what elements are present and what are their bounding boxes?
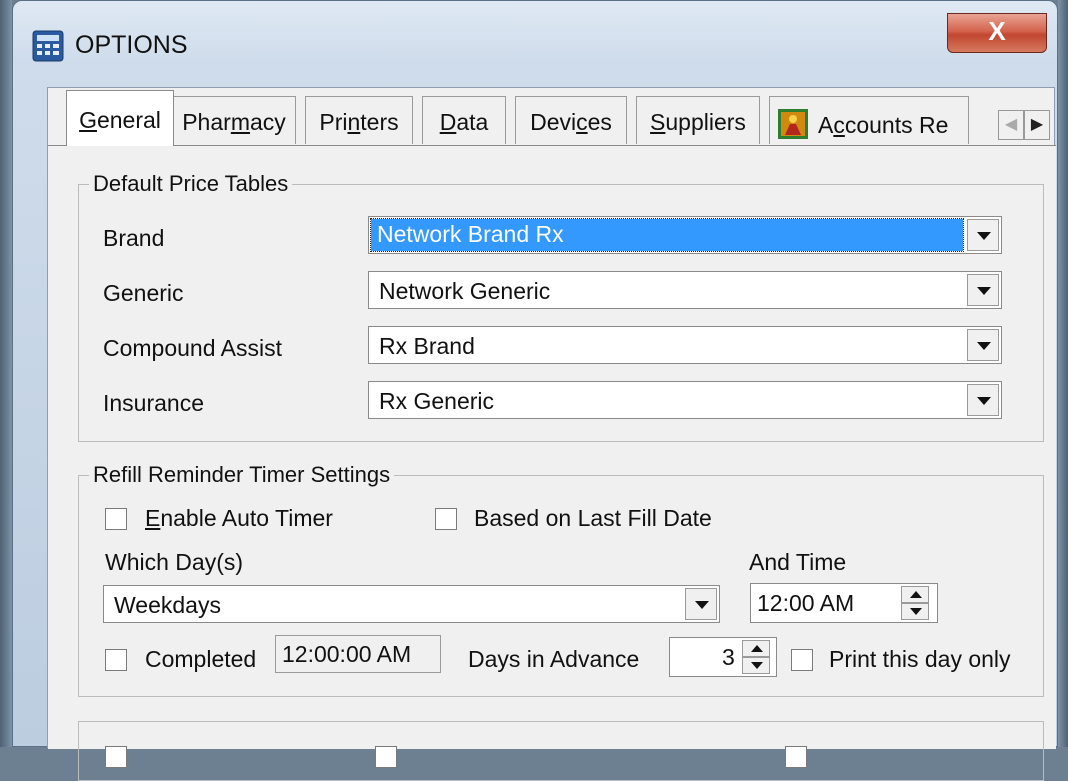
chevron-down-icon[interactable] bbox=[685, 588, 717, 620]
tab-label: Devices bbox=[530, 109, 612, 135]
days-in-advance-label: Days in Advance bbox=[468, 646, 640, 672]
refill-reminder-timer-group: Refill Reminder Timer Settings Enable Au… bbox=[78, 462, 1044, 697]
enable-auto-timer-checkbox[interactable] bbox=[105, 508, 127, 530]
which-days-select[interactable]: Weekdays bbox=[103, 585, 720, 623]
which-days-select-value: Weekdays bbox=[114, 592, 221, 618]
additional-options-group bbox=[78, 721, 1044, 781]
completed-time-value: 12:00:00 AM bbox=[282, 641, 412, 667]
tab-devices[interactable]: Devices bbox=[515, 96, 627, 144]
background-left-edge bbox=[0, 0, 12, 747]
close-button[interactable]: X bbox=[947, 13, 1047, 53]
completed-checkbox[interactable] bbox=[105, 649, 127, 671]
spin-up-icon[interactable] bbox=[742, 640, 770, 657]
tab-suppliers[interactable]: Suppliers bbox=[636, 96, 760, 144]
which-days-label: Which Day(s) bbox=[105, 549, 244, 575]
days-in-advance-stepper[interactable]: 3 bbox=[669, 637, 777, 677]
chevron-down-icon[interactable] bbox=[967, 274, 999, 306]
tab-label: Printers bbox=[319, 109, 399, 135]
background-right-edge bbox=[1058, 0, 1068, 747]
dialog-client-area: General Pharmacy Printers Data Devices S… bbox=[47, 87, 1056, 781]
option-checkbox[interactable] bbox=[105, 746, 127, 768]
spin-up-icon[interactable] bbox=[901, 586, 929, 603]
tab-strip: General Pharmacy Printers Data Devices S… bbox=[48, 88, 1056, 146]
brand-label: Brand bbox=[103, 225, 165, 251]
general-tab-panel: Default Price Tables Brand Network Brand… bbox=[48, 145, 1056, 781]
title-bar[interactable]: OPTIONS X bbox=[13, 1, 1057, 87]
print-this-day-only-label[interactable]: Print this day only bbox=[829, 646, 1011, 673]
days-spinner[interactable] bbox=[742, 640, 770, 674]
caret-left-icon: ◀ bbox=[1004, 116, 1018, 133]
and-time-label: And Time bbox=[749, 549, 847, 575]
time-picker[interactable]: 12:00 AM bbox=[750, 583, 938, 623]
days-in-advance-value[interactable]: 3 bbox=[722, 644, 735, 671]
based-on-last-fill-date-checkbox[interactable] bbox=[435, 508, 457, 530]
spin-down-icon[interactable] bbox=[901, 603, 929, 620]
insurance-select[interactable]: Rx Generic bbox=[368, 381, 1002, 419]
chevron-down-icon[interactable] bbox=[967, 219, 999, 251]
chevron-down-icon[interactable] bbox=[967, 384, 999, 416]
compound-assist-select[interactable]: Rx Brand bbox=[368, 326, 1002, 364]
tab-label: Accounts Re bbox=[818, 112, 949, 138]
window-title: OPTIONS bbox=[75, 31, 188, 59]
caret-right-icon: ▶ bbox=[1030, 116, 1044, 133]
close-icon: X bbox=[988, 16, 1006, 46]
tab-label: Pharmacy bbox=[182, 109, 286, 135]
based-on-last-fill-date-label[interactable]: Based on Last Fill Date bbox=[474, 505, 712, 532]
option-checkbox[interactable] bbox=[375, 746, 397, 768]
generic-select[interactable]: Network Generic bbox=[368, 271, 1002, 309]
tab-scroll-right-button[interactable]: ▶ bbox=[1024, 110, 1050, 140]
insurance-select-value: Rx Generic bbox=[379, 388, 495, 414]
spin-down-icon[interactable] bbox=[742, 657, 770, 674]
tab-scroll-left-button[interactable]: ◀ bbox=[998, 110, 1024, 140]
print-this-day-only-checkbox[interactable] bbox=[791, 649, 813, 671]
completed-label[interactable]: Completed bbox=[145, 646, 256, 673]
tab-label: General bbox=[79, 107, 161, 133]
group-legend: Default Price Tables bbox=[89, 171, 293, 197]
option-checkbox[interactable] bbox=[785, 746, 807, 768]
generic-label: Generic bbox=[103, 280, 184, 306]
tab-label: Suppliers bbox=[650, 109, 746, 135]
brand-select[interactable]: Network Brand Rx bbox=[368, 216, 1002, 254]
compound-assist-label: Compound Assist bbox=[103, 335, 282, 361]
tab-pharmacy[interactable]: Pharmacy bbox=[172, 96, 296, 144]
tab-data[interactable]: Data bbox=[422, 96, 506, 144]
tab-general[interactable]: General bbox=[66, 90, 174, 146]
completed-time-display: 12:00:00 AM bbox=[275, 635, 441, 673]
tab-accounts-receivable[interactable]: Accounts Re bbox=[769, 96, 969, 144]
enable-auto-timer-label[interactable]: Enable Auto Timer bbox=[145, 505, 333, 532]
time-picker-value[interactable]: 12:00 AM bbox=[757, 590, 854, 617]
chevron-down-icon[interactable] bbox=[967, 329, 999, 361]
options-window: OPTIONS X General Pharmacy Printers Data… bbox=[12, 0, 1058, 781]
accounts-receivable-icon bbox=[778, 109, 808, 139]
insurance-label: Insurance bbox=[103, 390, 205, 416]
compound-assist-select-value: Rx Brand bbox=[379, 333, 475, 359]
tab-printers[interactable]: Printers bbox=[305, 96, 413, 144]
tab-label: Data bbox=[439, 109, 489, 135]
time-spinner[interactable] bbox=[901, 586, 929, 620]
group-legend: Refill Reminder Timer Settings bbox=[89, 462, 395, 488]
brand-select-value: Network Brand Rx bbox=[377, 221, 564, 247]
calculator-app-icon bbox=[32, 30, 64, 62]
generic-select-value: Network Generic bbox=[379, 278, 551, 304]
default-price-tables-group: Default Price Tables Brand Network Brand… bbox=[78, 171, 1044, 442]
